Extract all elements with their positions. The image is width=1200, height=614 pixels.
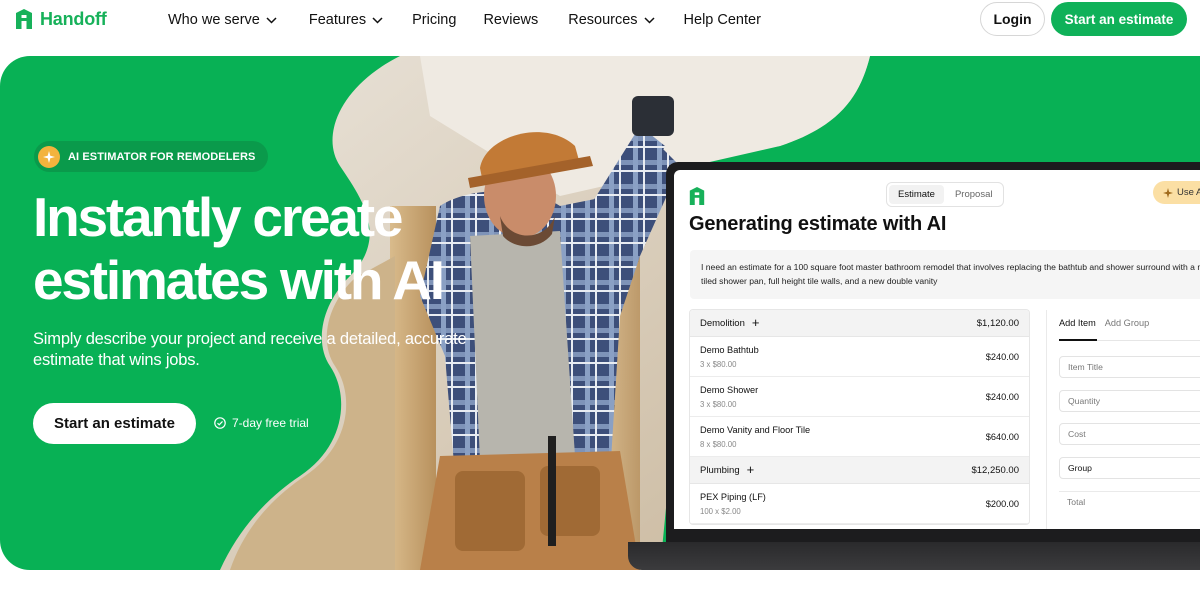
item-qty: 8 x $80.00: [700, 439, 737, 449]
estimate-table: Demolition + $1,120.00 Demo Bathtub 3 x …: [689, 309, 1030, 525]
add-item-panel: Add Item Add Group Item Title Quantity C…: [1046, 310, 1200, 529]
item-price: $200.00: [985, 498, 1019, 509]
app-screen: Estimate Proposal Use AI Generating esti…: [674, 170, 1200, 529]
group-total: $1,120.00: [976, 317, 1019, 329]
group-name: Plumbing: [700, 464, 740, 476]
free-trial-note: 7-day free trial: [214, 416, 309, 430]
item-name: Demo Vanity and Floor Tile: [700, 424, 811, 435]
item-name: PEX Piping (LF): [700, 491, 766, 502]
laptop-mockup: Estimate Proposal Use AI Generating esti…: [666, 162, 1200, 546]
brand-logo[interactable]: Handoff: [14, 8, 107, 30]
nav-actions: Login Start an estimate: [980, 2, 1187, 36]
item-qty: 3 x $80.00: [700, 399, 737, 409]
nav-link-label: Help Center: [683, 12, 761, 28]
nav-resources[interactable]: Resources: [568, 11, 655, 29]
item-name: Demo Shower: [700, 384, 759, 395]
use-ai-label: Use AI: [1177, 187, 1200, 198]
total-field: Total: [1059, 491, 1200, 513]
item-name: Demo Bathtub: [700, 344, 759, 355]
hero-title-line: Instantly create: [33, 186, 404, 248]
nav-pricing[interactable]: Pricing: [412, 11, 456, 29]
item-qty: 3 x $80.00: [700, 359, 737, 369]
group-select[interactable]: Group: [1059, 457, 1200, 479]
laptop-base: [628, 542, 1200, 570]
group-row[interactable]: Demolition + $1,120.00: [690, 310, 1029, 337]
house-logo-icon: [16, 9, 32, 29]
item-price: $640.00: [985, 431, 1019, 442]
plus-icon[interactable]: +: [752, 316, 760, 329]
hero-title-line: estimates with AI: [33, 249, 445, 311]
table-row[interactable]: Demo Bathtub 3 x $80.00 $240.00: [690, 337, 1029, 377]
use-ai-button[interactable]: Use AI: [1153, 181, 1200, 204]
hero-section: AI ESTIMATOR FOR REMODELERS Instantly cr…: [0, 56, 1200, 570]
nav-link-label: Who we serve: [168, 12, 260, 28]
badge-text: AI ESTIMATOR FOR REMODELERS: [68, 150, 256, 163]
item-price: $240.00: [985, 351, 1019, 362]
estimate-title: Generating estimate with AI: [689, 213, 947, 235]
active-tab-indicator: [1059, 339, 1097, 341]
tab-proposal[interactable]: Proposal: [946, 185, 1002, 204]
table-row[interactable]: PEX Piping (LF) 100 x $2.00 $200.00: [690, 484, 1029, 524]
login-button[interactable]: Login: [980, 2, 1045, 36]
item-qty: 100 x $2.00: [700, 506, 741, 516]
start-estimate-hero-button[interactable]: Start an estimate: [33, 403, 196, 444]
nav-link-label: Resources: [568, 12, 638, 28]
group-row[interactable]: Plumbing + $12,250.00: [690, 457, 1029, 484]
nav-features[interactable]: Features: [309, 11, 383, 29]
hero-subtitle: Simply describe your project and receive…: [33, 330, 467, 369]
tab-estimate[interactable]: Estimate: [889, 185, 944, 204]
chevron-down-icon: [266, 16, 277, 24]
estimate-proposal-toggle: Estimate Proposal: [886, 182, 1005, 207]
item-price: $240.00: [985, 391, 1019, 402]
group-total: $12,250.00: [971, 464, 1019, 476]
ai-prompt-text[interactable]: I need an estimate for a 100 square foot…: [690, 250, 1200, 299]
group-name: Demolition: [700, 317, 745, 329]
nav-reviews[interactable]: Reviews: [483, 11, 538, 29]
quantity-input[interactable]: Quantity: [1059, 390, 1200, 412]
plus-icon[interactable]: +: [747, 463, 755, 476]
nav-who-we-serve[interactable]: Who we serve: [168, 11, 277, 29]
cost-input[interactable]: Cost: [1059, 423, 1200, 445]
chevron-down-icon: [644, 16, 655, 24]
hero-title: Instantly create estimates with AI: [33, 186, 513, 312]
house-logo-icon: [689, 187, 705, 205]
check-circle-icon: [214, 417, 226, 429]
nav-links: Who we serve Features Pricing Reviews Re…: [168, 11, 761, 29]
sparkle-icon: [38, 145, 60, 168]
brand-name: Handoff: [40, 8, 107, 29]
tab-add-item[interactable]: Add Item: [1059, 318, 1096, 336]
chevron-down-icon: [372, 16, 383, 24]
nav-help-center[interactable]: Help Center: [684, 11, 761, 29]
tab-add-group[interactable]: Add Group: [1105, 318, 1149, 336]
start-estimate-nav-button[interactable]: Start an estimate: [1051, 2, 1187, 36]
table-row[interactable]: Demo Shower 3 x $80.00 $240.00: [690, 377, 1029, 417]
table-row[interactable]: Demo Vanity and Floor Tile 8 x $80.00 $6…: [690, 417, 1029, 457]
nav-link-label: Features: [308, 12, 367, 28]
top-nav: Handoff Who we serve Features Pricing Re…: [0, 0, 1200, 56]
ai-estimator-badge: AI ESTIMATOR FOR REMODELERS: [34, 141, 269, 172]
trial-text: 7-day free trial: [232, 416, 309, 430]
sparkle-icon: [1163, 187, 1173, 198]
item-title-input[interactable]: Item Title: [1059, 356, 1200, 378]
nav-link-label: Pricing: [412, 12, 457, 28]
nav-link-label: Reviews: [483, 12, 539, 28]
